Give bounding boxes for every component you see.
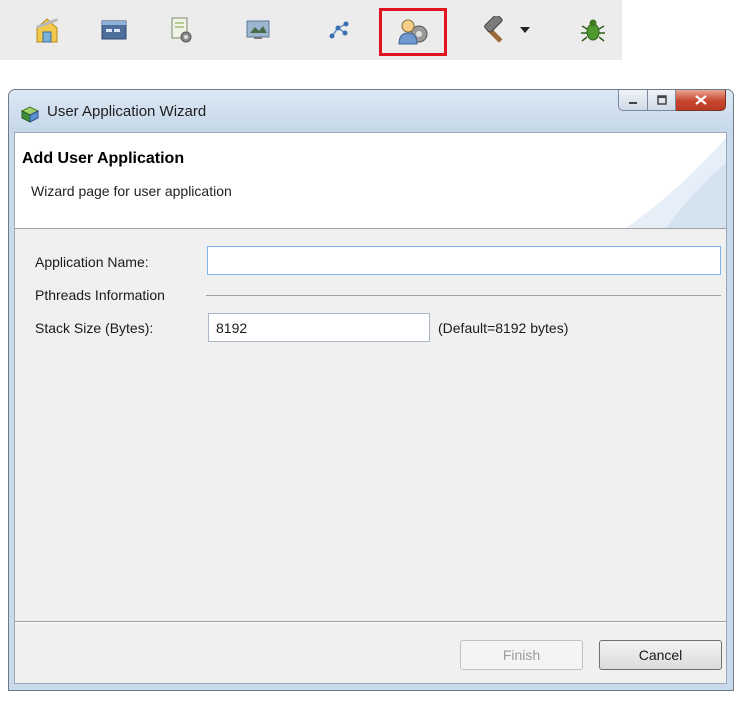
maximize-button[interactable]	[648, 90, 676, 111]
toolbar-button-user-application[interactable]	[379, 8, 447, 56]
minimize-icon	[628, 92, 638, 108]
window-controls	[618, 90, 726, 112]
pthreads-group-label: Pthreads Information	[35, 287, 165, 303]
footer-separator-highlight	[15, 622, 726, 623]
cancel-button[interactable]: Cancel	[599, 640, 722, 670]
user-application-wizard-dialog: User Application Wizard Add User Applica…	[8, 89, 734, 691]
toolbar-button-home-builder[interactable]	[29, 12, 65, 48]
maximize-icon	[656, 92, 667, 108]
toolbar-button-network[interactable]	[321, 12, 357, 48]
dialog-client-area: Add User Application Wizard page for use…	[14, 132, 727, 684]
bug-debug-icon	[580, 17, 606, 43]
stack-size-default-hint: (Default=8192 bytes)	[438, 320, 569, 336]
close-icon	[694, 92, 707, 108]
wizard-header: Add User Application Wizard page for use…	[15, 133, 726, 229]
toolbar-button-terminal[interactable]	[96, 12, 132, 48]
network-nodes-icon	[326, 18, 352, 42]
finish-button[interactable]: Finish	[460, 640, 583, 670]
user-application-gear-icon	[396, 17, 430, 47]
wizard-cube-icon	[20, 105, 40, 126]
toolbar-button-build[interactable]	[469, 12, 541, 48]
toolbar-button-debug[interactable]	[575, 12, 611, 48]
stack-size-input[interactable]	[208, 313, 430, 342]
wizard-page-title: Add User Application	[22, 150, 185, 167]
wizard-page-description: Wizard page for user application	[31, 183, 232, 199]
close-button[interactable]	[676, 90, 726, 111]
header-banner-graphic	[626, 138, 726, 228]
monitor-screen-icon	[245, 18, 271, 42]
toolbar	[0, 0, 622, 60]
dialog-title: User Application Wizard	[47, 103, 207, 120]
title-bar[interactable]: User Application Wizard	[9, 90, 733, 132]
pthreads-group-separator	[206, 295, 721, 296]
toolbar-button-document-config[interactable]	[163, 12, 199, 48]
document-gear-icon	[169, 16, 193, 44]
application-name-label: Application Name:	[35, 254, 149, 270]
terminal-window-icon	[101, 19, 127, 41]
chevron-down-icon[interactable]	[520, 27, 530, 33]
stack-size-label: Stack Size (Bytes):	[35, 320, 154, 336]
application-name-input[interactable]	[207, 246, 721, 275]
home-builder-icon	[34, 16, 60, 44]
hammer-build-icon	[480, 16, 510, 44]
minimize-button[interactable]	[618, 90, 648, 111]
toolbar-button-monitor[interactable]	[240, 12, 276, 48]
